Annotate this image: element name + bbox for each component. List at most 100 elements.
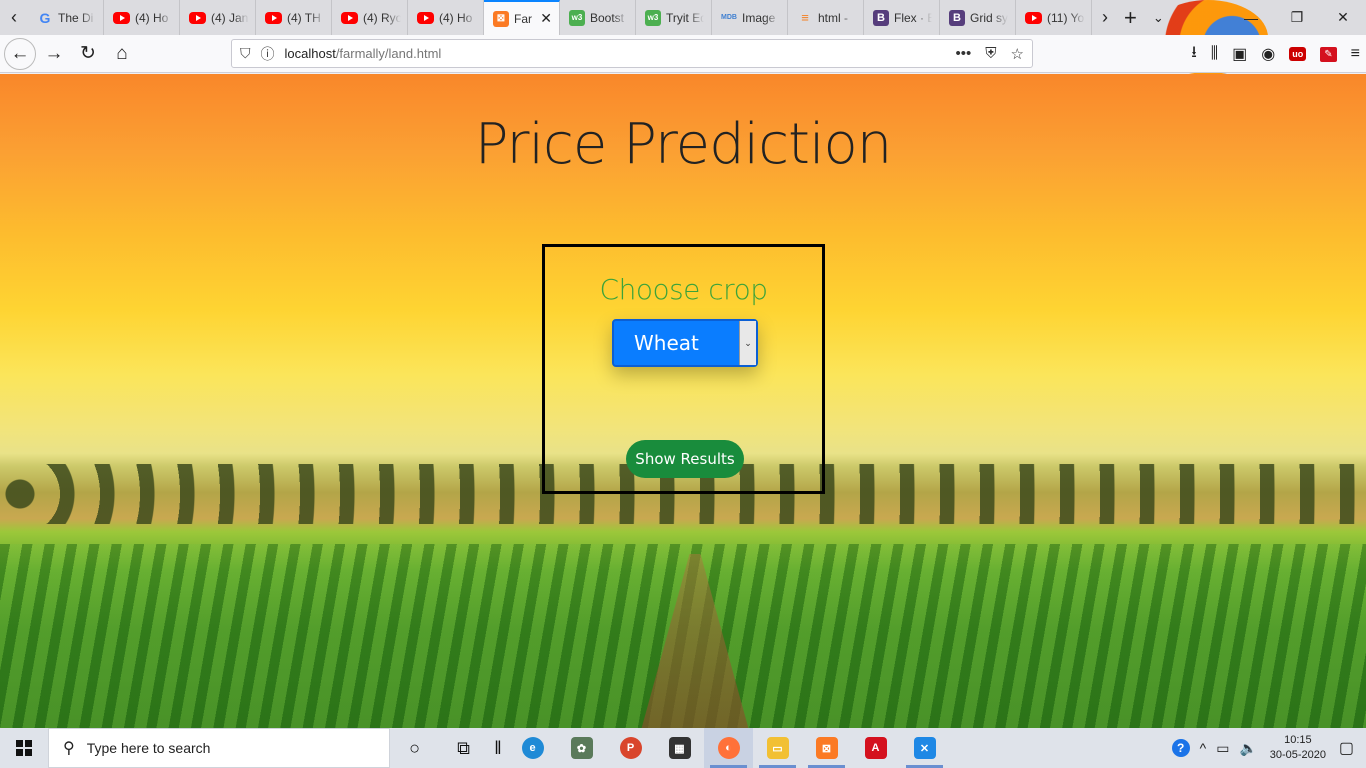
tracking-shield-icon[interactable]: ⛉ [240, 45, 251, 62]
library-icon[interactable]: ⫼ [1211, 45, 1218, 63]
menu-hamburger-icon[interactable]: ≡ [1351, 45, 1360, 63]
page-viewport: Price Prediction Choose crop Wheat ⌄ Sho… [0, 74, 1366, 728]
crop-select-value: Wheat [634, 331, 699, 355]
crop-form-card: Choose crop Wheat ⌄ Show Results [542, 244, 825, 494]
card-title: Choose crop [599, 273, 768, 306]
tab-label: (4) Ho [439, 10, 473, 25]
url-bar[interactable]: ⛉ ⓘ localhost/farmally/land.html ••• ⛨ ☆ [231, 39, 1033, 68]
bookmark-star-icon[interactable]: ☆ [1011, 45, 1024, 63]
tab-label: Flex · B [894, 10, 932, 25]
browser-tab[interactable]: w3 Bootst [560, 0, 636, 35]
browser-tab[interactable]: ≡ html - [788, 0, 864, 35]
browser-tab[interactable]: G The Di [28, 0, 104, 35]
pocket-icon[interactable]: ⛨ [985, 45, 996, 63]
sidebar-icon[interactable]: ▣ [1232, 44, 1247, 64]
tab-label: (4) Jan [211, 10, 249, 25]
help-icon[interactable]: ? [1171, 739, 1190, 757]
downloads-icon[interactable]: ⭳ [1191, 41, 1197, 68]
tab-label: The Di [58, 10, 94, 25]
tab-list: G The Di (4) Ho (4) Jan (4) TH (4) Ryo (4) Ho ⊠… [28, 0, 1092, 35]
battery-icon[interactable]: ▭ [1216, 740, 1229, 757]
url-path: /farmally/land.html [335, 46, 442, 61]
cortana-icon[interactable]: ○ [390, 728, 439, 768]
tab-scroll-right-icon[interactable]: › [1102, 7, 1108, 28]
windows-logo-icon [16, 740, 32, 756]
site-info-icon[interactable]: ⓘ [261, 44, 275, 64]
browser-tab[interactable]: MDB Image [712, 0, 788, 35]
url-host: localhost [284, 46, 336, 61]
toolbar-right: ⭳ ⫼ ▣ ◉ uo ✎ ≡ [1191, 35, 1360, 73]
pdf-tool-icon[interactable]: ✎ [1320, 46, 1337, 62]
page-actions-icon[interactable]: ••• [956, 45, 972, 63]
mdb-icon: MDB [721, 14, 737, 21]
restore-icon[interactable]: ❐ [1274, 0, 1320, 35]
search-icon: ⚲ [63, 740, 75, 757]
back-button[interactable]: ← [4, 37, 36, 70]
taskbar-apps: ○ ⧉ ‖ e ✿ P ▦ ◐ ▭ ⊠ A ✕ [390, 728, 949, 768]
w3schools-icon: w3 [645, 9, 661, 26]
show-results-button[interactable]: Show Results [626, 440, 744, 478]
vscode-icon[interactable]: ✕ [900, 728, 949, 768]
browser-tab[interactable]: w3 Tryit Ed [636, 0, 712, 35]
browser-tab[interactable]: (4) Ho [104, 0, 180, 35]
browser-tab[interactable]: B Flex · B [864, 0, 940, 35]
account-icon[interactable]: ◉ [1261, 44, 1275, 64]
reload-icon: ↻ [80, 43, 96, 64]
youtube-icon [265, 11, 282, 24]
evernote-icon[interactable]: ✿ [557, 728, 606, 768]
home-button[interactable]: ⌂ [106, 38, 138, 70]
notifications-icon[interactable]: ▢ [1339, 738, 1354, 758]
browser-tab[interactable]: (4) Jan [180, 0, 256, 35]
store-icon[interactable]: ▦ [655, 728, 704, 768]
crop-select[interactable]: Wheat ⌄ [612, 319, 758, 367]
tab-label: Tryit Ed [666, 10, 704, 25]
clock[interactable]: 10:15 30-05-2020 [1267, 733, 1329, 763]
browser-tab[interactable]: (11) Yo [1016, 0, 1092, 35]
tray-expand-icon[interactable]: ^ [1200, 740, 1207, 756]
firefox-taskbar-icon[interactable]: ◐ [704, 728, 753, 768]
youtube-icon [113, 11, 130, 24]
file-explorer-icon[interactable]: ▭ [753, 728, 802, 768]
youtube-icon [417, 11, 434, 24]
browser-tab[interactable]: B Grid sy [940, 0, 1016, 35]
youtube-icon [341, 11, 358, 24]
youtube-icon [1025, 11, 1042, 24]
url-actions: ••• ⛨ ☆ [956, 45, 1024, 63]
bootstrap-icon: B [873, 9, 889, 26]
minimize-icon[interactable]: — [1228, 0, 1274, 35]
youtube-icon [189, 11, 206, 24]
chevron-down-icon[interactable]: ⌄ [739, 321, 756, 365]
edge-icon[interactable]: e [508, 728, 557, 768]
close-window-icon[interactable]: ✕ [1320, 0, 1366, 35]
taskbar-search[interactable]: ⚲ Type here to search [48, 728, 390, 768]
browser-tab[interactable]: (4) Ryo [332, 0, 408, 35]
back-arrow-icon: ← [10, 42, 30, 64]
ublock-icon[interactable]: uo [1289, 47, 1307, 61]
close-tab-icon[interactable]: ✕ [540, 10, 552, 27]
separator-icon: ‖ [494, 737, 502, 758]
start-button[interactable] [0, 728, 48, 768]
browser-tab[interactable]: (4) Ho [408, 0, 484, 35]
windows-taskbar: ⚲ Type here to search ○ ⧉ ‖ e ✿ P ▦ ◐ ▭ … [0, 728, 1366, 768]
navigation-toolbar: ← → ↻ ⌂ ⛉ ⓘ localhost/farmally/land.html… [0, 35, 1366, 73]
volume-icon[interactable]: 🔈 [1239, 740, 1256, 757]
tab-label: Image [742, 10, 776, 25]
browser-tab[interactable]: (4) TH [256, 0, 332, 35]
page-title: Price Prediction [474, 112, 893, 177]
tab-label: Bootst [590, 10, 625, 25]
search-placeholder: Type here to search [86, 740, 211, 756]
producthunt-icon[interactable]: P [606, 728, 655, 768]
tab-label: (4) TH [287, 10, 321, 25]
browser-tab[interactable]: ⊠ Far ✕ [484, 0, 560, 35]
reload-button[interactable]: ↻ [72, 38, 104, 70]
stackoverflow-icon: ≡ [801, 10, 809, 25]
xampp-taskbar-icon[interactable]: ⊠ [802, 728, 851, 768]
forward-button[interactable]: → [38, 38, 70, 70]
tab-label: Grid sy [970, 10, 1008, 25]
new-tab-icon[interactable]: + [1124, 5, 1137, 31]
clock-time: 10:15 [1284, 734, 1312, 746]
task-view-icon[interactable]: ⧉ [439, 728, 488, 768]
tab-scroll-left-icon[interactable]: ‹ [0, 0, 28, 35]
home-icon: ⌂ [116, 42, 128, 64]
acrobat-icon[interactable]: A [851, 728, 900, 768]
